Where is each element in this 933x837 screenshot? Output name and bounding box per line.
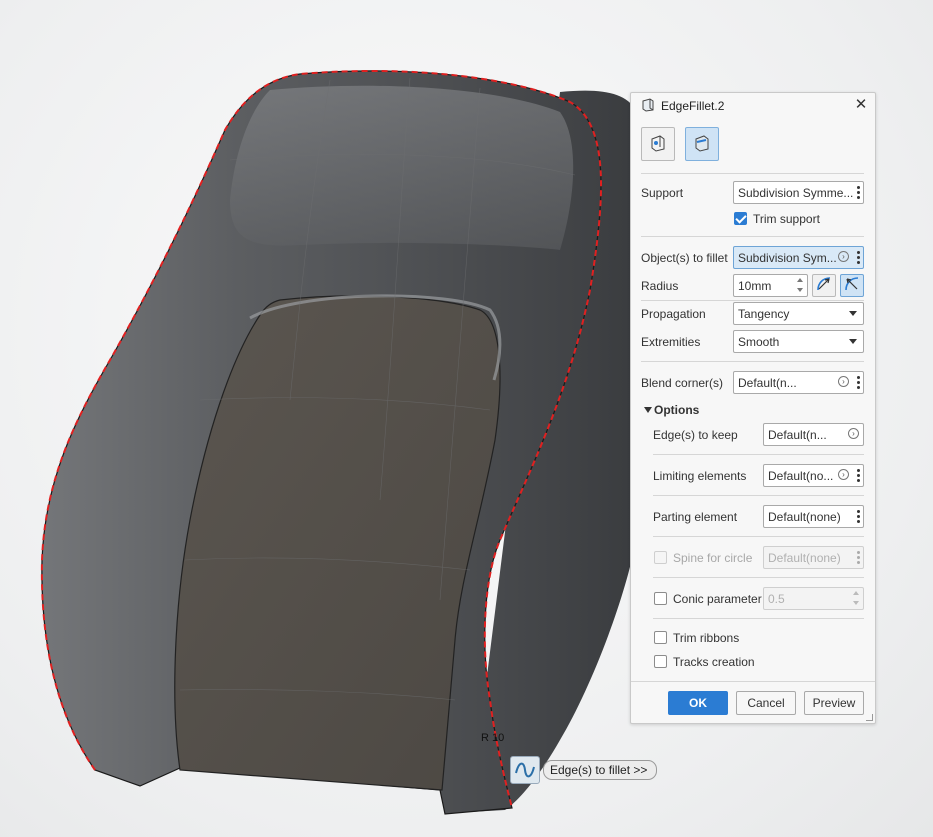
tracks-creation-label: Tracks creation [673,655,755,669]
divider [653,454,864,455]
chordal-length-button[interactable] [840,274,864,297]
ok-button[interactable]: OK [668,691,728,715]
variable-fillet-button[interactable] [685,127,719,161]
resize-grip-icon[interactable] [866,714,873,721]
chordal-length-icon [843,275,861,296]
trim-support-label: Trim support [753,212,820,226]
more-options-icon[interactable] [857,510,860,523]
trim-ribbons-checkbox[interactable] [654,631,667,644]
radius-label: Radius [641,279,679,293]
edges-to-keep-label: Edge(s) to keep [653,428,738,442]
tracks-creation-checkbox[interactable] [654,655,667,668]
blend-corners-label: Blend corner(s) [641,376,724,390]
spine-for-circle-field: Default(none) [763,546,864,569]
options-expand-icon[interactable] [644,407,652,413]
edges-to-keep-value: Default(n... [768,428,827,442]
divider [641,236,864,237]
constant-fillet-button[interactable] [641,127,675,161]
trim-support-checkbox[interactable] [734,212,747,225]
edges-to-fillet-tooltip[interactable]: Edge(s) to fillet >> [510,756,658,784]
edges-to-keep-field[interactable]: Default(n... › [763,423,864,446]
parting-element-field[interactable]: Default(none) [763,505,864,528]
cancel-button[interactable]: Cancel [736,691,796,715]
radius-input[interactable]: 10mm [733,274,808,297]
more-options-icon[interactable] [857,251,860,264]
conic-parameter-value: 0.5 [768,592,785,606]
limiting-elements-value: Default(no... [768,469,834,483]
blend-corners-value: Default(n... [738,376,797,390]
divider [653,495,864,496]
edge-fillet-dialog: EdgeFillet.2 ✕ Support Subdivision Symme… [630,92,876,724]
propagation-label: Propagation [641,307,706,321]
navigate-icon[interactable]: › [838,376,849,387]
divider [653,577,864,578]
more-options-icon [857,551,860,564]
dialog-footer-divider [631,681,875,682]
chevron-down-icon [849,311,857,316]
radius-tag[interactable]: R 10 [481,732,504,744]
conic-parameter-input: 0.5 [763,587,864,610]
divider [653,536,864,537]
objects-to-fillet-field[interactable]: Subdivision Sym... › [733,246,864,269]
spine-for-circle-label: Spine for circle [673,551,753,565]
objects-label: Object(s) to fillet [641,251,728,265]
radius-value: 10mm [738,279,772,293]
more-options-icon[interactable] [857,469,860,482]
conic-parameter-checkbox[interactable] [654,592,667,605]
propagation-value: Tangency [738,307,790,321]
blend-corners-field[interactable]: Default(n... › [733,371,864,394]
constant-fillet-icon [648,133,668,156]
fillet-icon [641,97,655,115]
extremities-select[interactable]: Smooth [733,330,864,353]
extremities-value: Smooth [738,335,780,349]
curve-icon [510,756,540,784]
spine-for-circle-checkbox[interactable] [654,551,667,564]
objects-value: Subdivision Sym... [738,251,837,265]
extremities-label: Extremities [641,335,701,349]
more-options-icon[interactable] [857,376,860,389]
trim-ribbons-label: Trim ribbons [673,631,740,645]
chevron-down-icon [849,339,857,344]
navigate-icon[interactable]: › [838,251,849,262]
navigate-icon[interactable]: › [838,469,849,480]
divider [641,361,864,362]
support-label: Support [641,186,684,200]
support-value: Subdivision Symme... [738,186,854,200]
more-options-icon[interactable] [857,186,860,199]
dialog-title: EdgeFillet.2 [661,99,725,113]
divider [653,618,864,619]
navigate-icon[interactable]: › [848,428,859,439]
edges-to-fillet-label: Edge(s) to fillet >> [543,760,658,780]
parting-element-label: Parting element [653,510,738,524]
radius-icon [815,275,833,296]
divider [641,300,864,301]
limiting-elements-label: Limiting elements [653,469,747,483]
limiting-elements-field[interactable]: Default(no... › [763,464,864,487]
preview-button[interactable]: Preview [804,691,864,715]
parting-element-value: Default(none) [768,510,841,524]
divider [641,173,864,174]
support-field[interactable]: Subdivision Symme... [733,181,864,204]
spine-value: Default(none) [768,551,841,565]
options-section-header[interactable]: Options [654,403,699,417]
propagation-select[interactable]: Tangency [733,302,864,325]
radius-spinner[interactable] [795,276,805,295]
dialog-titlebar[interactable]: EdgeFillet.2 ✕ [641,96,873,116]
close-icon[interactable]: ✕ [853,97,869,113]
conic-spinner [851,589,861,608]
conic-parameter-label: Conic parameter [673,592,762,606]
radius-mode-button[interactable] [812,274,836,297]
variable-fillet-icon [692,133,712,156]
seat-top-roll [230,85,574,250]
